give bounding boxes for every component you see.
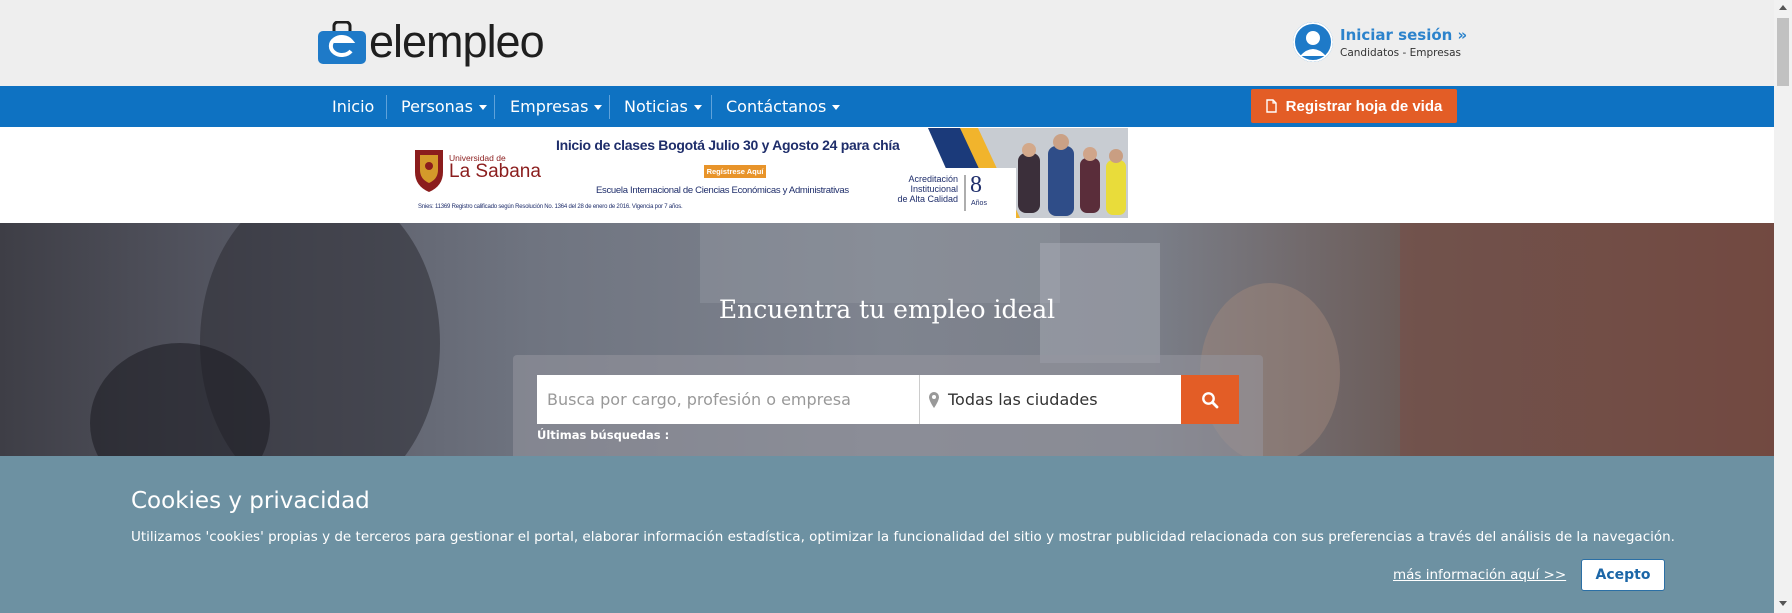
login-link[interactable]: Iniciar sesión » bbox=[1340, 26, 1467, 44]
ad-legal: Snies: 11369 Registro calificado según R… bbox=[418, 204, 683, 210]
ad-logo-big: La Sabana bbox=[449, 161, 541, 182]
scroll-up-icon[interactable] bbox=[1779, 5, 1787, 10]
ad-banner[interactable]: Universidad de La Sabana Inicio de clase… bbox=[408, 128, 1136, 218]
nav-item-personas[interactable]: Personas bbox=[401, 86, 487, 127]
nav-divider bbox=[386, 95, 387, 119]
caret-down-icon bbox=[594, 105, 603, 110]
ad-headline: Inicio de clases Bogotá Julio 30 y Agost… bbox=[556, 137, 900, 153]
nav-divider bbox=[711, 95, 712, 119]
search-panel: Busca por cargo, profesión o empresa Tod… bbox=[513, 355, 1263, 456]
hero-search-section: Encuentra tu empleo ideal Busca por carg… bbox=[0, 223, 1774, 456]
scroll-down-icon[interactable] bbox=[1779, 601, 1787, 606]
city-select[interactable]: Todas las ciudades bbox=[919, 375, 1181, 424]
ad-accreditation: Acreditación Institucional de Alta Calid… bbox=[897, 174, 958, 204]
document-icon bbox=[1265, 99, 1277, 113]
caret-down-icon bbox=[478, 105, 487, 110]
nav-item-inicio[interactable]: Inicio bbox=[332, 86, 374, 127]
hero-title: Encuentra tu empleo ideal bbox=[718, 295, 1056, 324]
elempleo-logo-icon bbox=[318, 20, 366, 64]
site-header: elempleo Iniciar sesión » Candidatos - E… bbox=[0, 0, 1774, 86]
register-cv-button[interactable]: Registrar hoja de vida bbox=[1251, 89, 1457, 123]
cookie-text: Utilizamos 'cookies' propias y de tercer… bbox=[131, 529, 1675, 545]
recent-searches-label: Últimas búsquedas : bbox=[537, 428, 670, 442]
cookie-banner: Cookies y privacidad Utilizamos 'cookies… bbox=[0, 456, 1774, 613]
nav-divider bbox=[609, 95, 610, 119]
ad-accred-years: 8 bbox=[970, 172, 982, 198]
nav-item-empresas[interactable]: Empresas bbox=[510, 86, 603, 127]
page-scrollbar[interactable] bbox=[1774, 0, 1792, 613]
login-area[interactable]: Iniciar sesión » Candidatos - Empresas bbox=[1293, 22, 1467, 62]
map-pin-icon bbox=[929, 391, 939, 408]
caret-down-icon bbox=[693, 105, 702, 110]
cookie-more-info-link[interactable]: más información aquí >> bbox=[1393, 567, 1566, 583]
ad-accred-unit: Años bbox=[971, 200, 987, 207]
search-input[interactable]: Busca por cargo, profesión o empresa bbox=[537, 375, 919, 424]
ad-cta[interactable]: Regístrese Aquí bbox=[704, 165, 766, 178]
login-subtitle: Candidatos - Empresas bbox=[1340, 46, 1462, 59]
user-avatar-icon[interactable] bbox=[1293, 22, 1333, 62]
nav-item-contactanos[interactable]: Contáctanos bbox=[726, 86, 841, 127]
scroll-thumb[interactable] bbox=[1777, 18, 1789, 86]
search-button[interactable] bbox=[1181, 375, 1239, 424]
nav-divider bbox=[494, 95, 495, 119]
city-value: Todas las ciudades bbox=[948, 390, 1098, 409]
main-nav: Inicio Personas Empresas Noticias Contác… bbox=[0, 86, 1774, 127]
elempleo-logo[interactable]: elempleo bbox=[318, 16, 545, 67]
brand-name: elempleo bbox=[369, 16, 545, 67]
ad-school: Escuela Internacional de Ciencias Económ… bbox=[596, 185, 849, 196]
caret-down-icon bbox=[832, 105, 841, 110]
search-icon bbox=[1202, 391, 1219, 408]
cookie-accept-button[interactable]: Acepto bbox=[1581, 559, 1665, 591]
nav-item-noticias[interactable]: Noticias bbox=[624, 86, 702, 127]
cookie-title: Cookies y privacidad bbox=[131, 488, 370, 514]
